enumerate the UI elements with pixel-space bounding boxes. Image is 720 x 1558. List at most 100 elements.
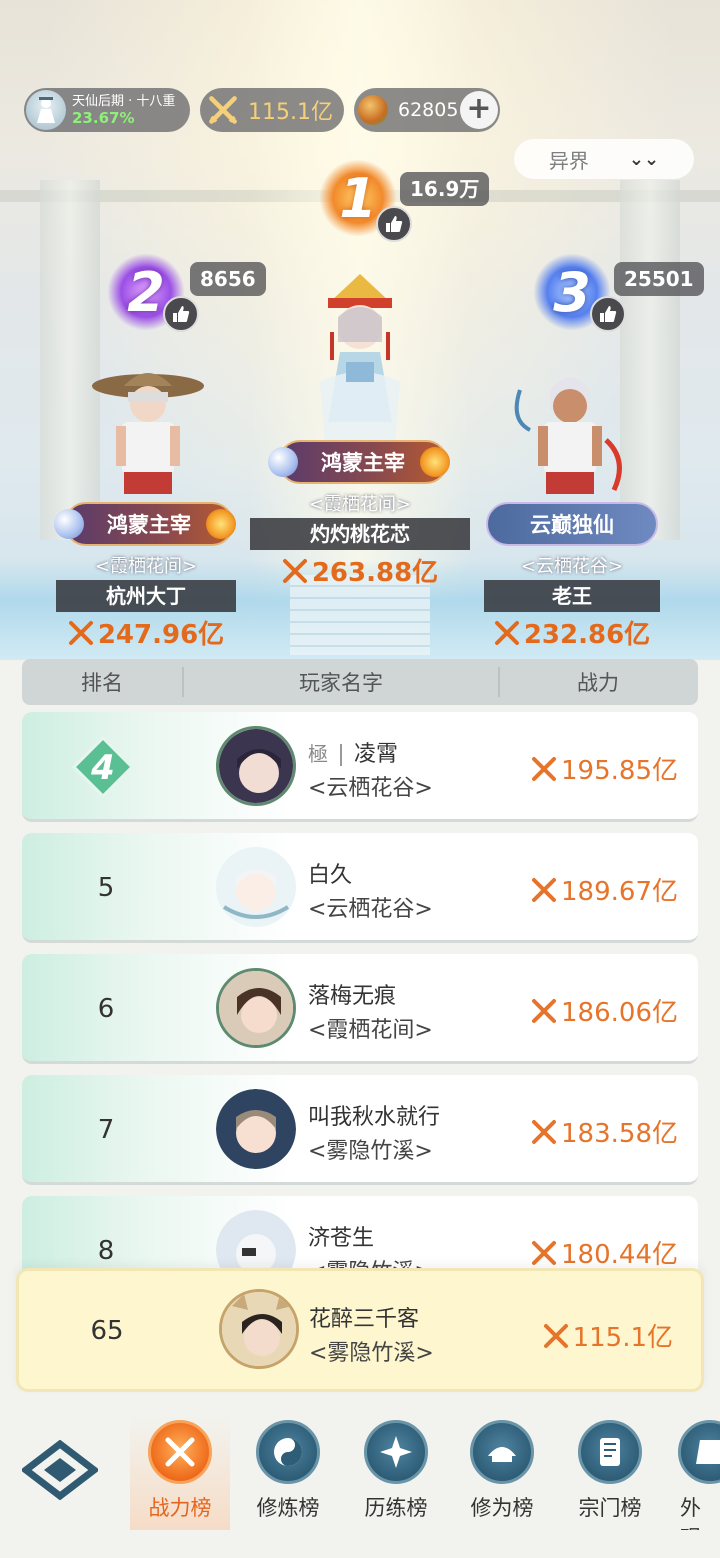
- player-name: 叫我秋水就行: [308, 1105, 441, 1130]
- crossed-swords-icon: [532, 1119, 557, 1144]
- like-button-1[interactable]: [376, 206, 412, 242]
- player-power-value: 189.67亿: [561, 877, 678, 907]
- power-value: 115.1亿: [248, 100, 333, 125]
- compass-star-icon: [364, 1420, 428, 1484]
- avatar[interactable]: [216, 726, 296, 806]
- tab-level-ranking[interactable]: 修为榜: [452, 1416, 552, 1530]
- crossed-swords-icon: [532, 756, 557, 781]
- avatar[interactable]: [216, 968, 296, 1048]
- realm-name: 天仙后期 · 十八重: [72, 94, 176, 109]
- header-player-name: 玩家名字: [182, 667, 500, 697]
- likes-count-2: 8656: [190, 262, 266, 296]
- add-currency-button[interactable]: +: [460, 91, 498, 129]
- likes-count-1: 16.9万: [400, 172, 490, 206]
- title-orb-icon: [54, 509, 84, 539]
- scroll-icon: [578, 1420, 642, 1484]
- likes-count-3: 25501: [614, 262, 704, 296]
- realm-status[interactable]: 天仙后期 · 十八重 23.67%: [24, 88, 190, 132]
- player-name-3[interactable]: 老王: [484, 580, 660, 612]
- my-ranking-row[interactable]: 65 花醉三千客 <雾隐竹溪> 115.1亿: [16, 1268, 704, 1392]
- player-power-value: 183.58亿: [561, 1119, 678, 1149]
- tab-appearance-ranking[interactable]: 外观: [664, 1416, 720, 1530]
- player-guild: <霞栖花间>: [308, 1018, 433, 1043]
- guild-name-2: <霞栖花间>: [94, 556, 198, 577]
- avatar[interactable]: [216, 1089, 296, 1169]
- avatar[interactable]: [216, 847, 296, 927]
- player-title-text-1: 鸿蒙主宰: [321, 451, 405, 475]
- player-power-value-1: 263.88亿: [311, 558, 439, 588]
- rank-4-badge: 4: [72, 736, 134, 798]
- tab-cultivation-ranking[interactable]: 修炼榜: [238, 1416, 338, 1530]
- player-name: 凌霄: [354, 742, 399, 767]
- header-rank: 排名: [81, 671, 123, 695]
- table-row[interactable]: 6 落梅无痕 <霞栖花间> 186.06亿: [22, 954, 698, 1064]
- realm-dropdown[interactable]: 异界 ⌄⌄: [514, 139, 694, 179]
- character-model-2[interactable]: [88, 360, 208, 510]
- player-power-value: 180.44亿: [561, 1240, 678, 1270]
- player-power-value: 195.85亿: [561, 756, 678, 786]
- crossed-swords-icon: [543, 1323, 568, 1348]
- table-row[interactable]: 7 叫我秋水就行 <雾隐竹溪> 183.58亿: [22, 1075, 698, 1185]
- realm-dropdown-label: 异界: [548, 148, 589, 173]
- my-player-power-value: 115.1亿: [572, 1323, 673, 1353]
- player-power-1: 263.88亿: [250, 552, 470, 589]
- player-power-2: 247.96亿: [46, 614, 246, 651]
- player-power-value-2: 247.96亿: [97, 620, 225, 650]
- my-player-power: 115.1亿: [543, 1317, 673, 1354]
- tab-label: 修为榜: [470, 1496, 534, 1520]
- player-name: 白久: [308, 863, 353, 888]
- my-rank-number: 65: [90, 1316, 124, 1346]
- player-name: 济苍生: [308, 1226, 375, 1251]
- spirit-stone-icon: [358, 95, 388, 125]
- table-row[interactable]: 5 白久 <云栖花谷> 189.67亿: [22, 833, 698, 943]
- character-model-3[interactable]: [510, 360, 630, 510]
- player-power: 180.44亿: [531, 1234, 678, 1271]
- player-name-2[interactable]: 杭州大丁: [56, 580, 236, 612]
- yin-yang-icon: [256, 1420, 320, 1484]
- character-model-1[interactable]: [300, 272, 420, 462]
- svg-text:4: 4: [90, 748, 115, 788]
- cultivator-icon: [26, 90, 66, 130]
- rank-number: 5: [97, 873, 115, 903]
- menu-diamond-icon[interactable]: [22, 1440, 98, 1500]
- currency-display: 62805 +: [354, 88, 500, 132]
- player-power: 189.67亿: [531, 871, 678, 908]
- player-power-value: 186.06亿: [561, 998, 678, 1028]
- title-orb-icon: [268, 447, 298, 477]
- player-name: 落梅无痕: [308, 984, 397, 1009]
- guild-name-3: <云栖花谷>: [520, 556, 624, 577]
- header-power: 战力: [577, 671, 619, 695]
- like-button-2[interactable]: [163, 296, 199, 332]
- power-display: 115.1亿: [200, 88, 344, 132]
- crossed-swords-icon: [494, 620, 519, 645]
- tab-label: 宗门榜: [578, 1496, 642, 1520]
- chevron-down-icon: ⌄⌄: [628, 148, 660, 170]
- tab-label: 历练榜: [364, 1496, 428, 1520]
- thumb-up-icon: [600, 306, 617, 322]
- realm-progress: 23.67%: [72, 109, 135, 127]
- like-button-3[interactable]: [590, 296, 626, 332]
- my-avatar[interactable]: [219, 1289, 299, 1369]
- title-sun-icon: [206, 509, 236, 539]
- tab-sect-ranking[interactable]: 宗门榜: [560, 1416, 660, 1530]
- crossed-swords-icon: [68, 620, 93, 645]
- currency-value: 62805: [398, 99, 459, 121]
- player-guild: <雾隐竹溪>: [308, 1139, 433, 1164]
- title-tag: 極: [308, 742, 328, 766]
- hat-icon: [470, 1420, 534, 1484]
- divider: [340, 744, 342, 766]
- player-power: 186.06亿: [531, 992, 678, 1029]
- bottom-nav: 战力榜 修炼榜 历练榜 修为榜 宗门榜 外观: [0, 1400, 720, 1558]
- tab-training-ranking[interactable]: 历练榜: [346, 1416, 446, 1530]
- player-power-3: 232.86亿: [472, 614, 672, 651]
- player-power: 183.58亿: [531, 1113, 678, 1150]
- rank-number: 6: [97, 994, 115, 1024]
- tab-label: 战力榜: [148, 1496, 212, 1520]
- rank-number: 7: [97, 1115, 115, 1145]
- tab-power-ranking[interactable]: 战力榜: [130, 1416, 230, 1530]
- crossed-swords-icon: [532, 1240, 557, 1265]
- wardrobe-icon: [678, 1420, 720, 1484]
- player-name-1[interactable]: 灼灼桃花芯: [250, 518, 470, 550]
- table-row[interactable]: 4 極 凌霄 <云栖花谷> 195.85亿: [22, 712, 698, 822]
- player-title-text-2: 鸿蒙主宰: [107, 513, 191, 537]
